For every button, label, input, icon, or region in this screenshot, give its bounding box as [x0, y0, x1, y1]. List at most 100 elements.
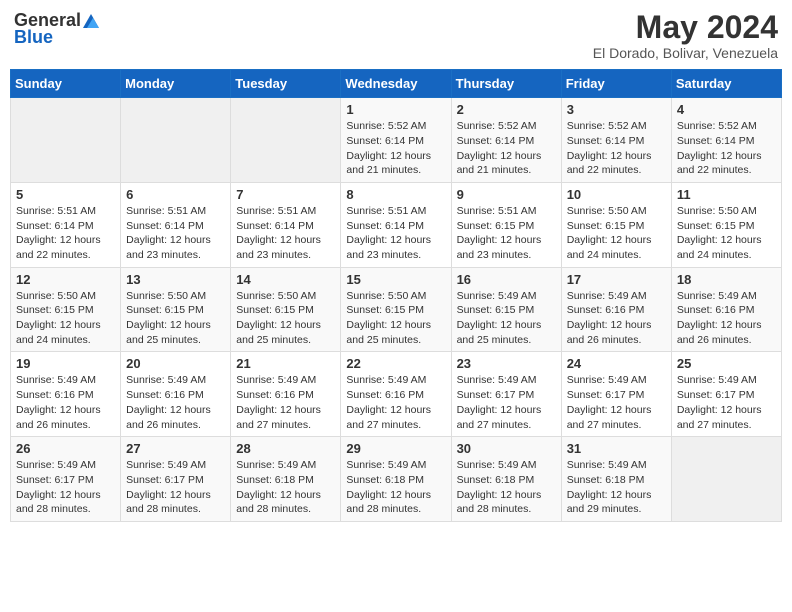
day-info: Sunrise: 5:49 AM Sunset: 6:16 PM Dayligh…	[346, 373, 445, 432]
day-info: Sunrise: 5:50 AM Sunset: 6:15 PM Dayligh…	[677, 204, 776, 263]
calendar-table: SundayMondayTuesdayWednesdayThursdayFrid…	[10, 69, 782, 522]
day-number: 5	[16, 187, 115, 202]
calendar-cell: 18Sunrise: 5:49 AM Sunset: 6:16 PM Dayli…	[671, 267, 781, 352]
day-number: 8	[346, 187, 445, 202]
day-info: Sunrise: 5:49 AM Sunset: 6:17 PM Dayligh…	[16, 458, 115, 517]
weekday-header: Monday	[121, 70, 231, 98]
month-title: May 2024	[593, 10, 778, 45]
day-info: Sunrise: 5:49 AM Sunset: 6:17 PM Dayligh…	[126, 458, 225, 517]
day-info: Sunrise: 5:49 AM Sunset: 6:18 PM Dayligh…	[567, 458, 666, 517]
calendar-cell: 16 Sunrise: 5:49 AM Sunset: 6:15 PM Dayli…	[451, 267, 561, 352]
calendar-cell: 29 Sunrise: 5:49 AM Sunset: 6:18 PM Dayli…	[341, 437, 451, 522]
day-info: Sunrise: 5:49 AM Sunset: 6:18 PM Dayligh…	[457, 458, 556, 517]
calendar-cell: 15 Sunrise: 5:50 AM Sunset: 6:15 PM Dayli…	[341, 267, 451, 352]
day-info: Sunrise: 5:50 AM Sunset: 6:15 PM Dayligh…	[567, 204, 666, 263]
weekday-header: Wednesday	[341, 70, 451, 98]
calendar-cell: 30 Sunrise: 5:49 AM Sunset: 6:18 PM Dayli…	[451, 437, 561, 522]
day-number: 12	[16, 272, 115, 287]
title-area: May 2024 El Dorado, Bolivar, Venezuela	[593, 10, 778, 61]
calendar-cell: 13 Sunrise: 5:50 AM Sunset: 6:15 PM Dayli…	[121, 267, 231, 352]
calendar-cell: 26 Sunrise: 5:49 AM Sunset: 6:17 PM Dayli…	[11, 437, 121, 522]
day-info: Sunrise: 5:52 AM Sunset: 6:14 PM Dayligh…	[567, 119, 666, 178]
day-number: 1	[346, 102, 445, 117]
calendar-cell: 19Sunrise: 5:49 AM Sunset: 6:16 PM Dayli…	[11, 352, 121, 437]
day-info: Sunrise: 5:49 AM Sunset: 6:17 PM Dayligh…	[457, 373, 556, 432]
calendar-cell: 24 Sunrise: 5:49 AM Sunset: 6:17 PM Dayli…	[561, 352, 671, 437]
day-info: Sunrise: 5:52 AM Sunset: 6:14 PM Dayligh…	[457, 119, 556, 178]
calendar-cell	[121, 98, 231, 183]
page-header: General Blue May 2024 El Dorado, Bolivar…	[10, 10, 782, 61]
day-info: Sunrise: 5:50 AM Sunset: 6:15 PM Dayligh…	[236, 289, 335, 348]
day-number: 29	[346, 441, 445, 456]
calendar-cell: 22 Sunrise: 5:49 AM Sunset: 6:16 PM Dayli…	[341, 352, 451, 437]
day-info: Sunrise: 5:49 AM Sunset: 6:17 PM Dayligh…	[567, 373, 666, 432]
calendar-cell	[671, 437, 781, 522]
calendar-cell: 2Sunrise: 5:52 AM Sunset: 6:14 PM Daylig…	[451, 98, 561, 183]
calendar-cell: 10 Sunrise: 5:50 AM Sunset: 6:15 PM Dayli…	[561, 182, 671, 267]
calendar-cell: 28Sunrise: 5:49 AM Sunset: 6:18 PM Dayli…	[231, 437, 341, 522]
day-number: 9	[457, 187, 556, 202]
weekday-header: Friday	[561, 70, 671, 98]
calendar-cell: 17 Sunrise: 5:49 AM Sunset: 6:16 PM Dayli…	[561, 267, 671, 352]
calendar-cell: 3 Sunrise: 5:52 AM Sunset: 6:14 PM Daylig…	[561, 98, 671, 183]
day-number: 27	[126, 441, 225, 456]
calendar-cell: 12 Sunrise: 5:50 AM Sunset: 6:15 PM Dayli…	[11, 267, 121, 352]
calendar-week-row: 19Sunrise: 5:49 AM Sunset: 6:16 PM Dayli…	[11, 352, 782, 437]
day-info: Sunrise: 5:51 AM Sunset: 6:14 PM Dayligh…	[126, 204, 225, 263]
day-info: Sunrise: 5:49 AM Sunset: 6:15 PM Dayligh…	[457, 289, 556, 348]
day-info: Sunrise: 5:51 AM Sunset: 6:14 PM Dayligh…	[16, 204, 115, 263]
day-number: 17	[567, 272, 666, 287]
day-number: 4	[677, 102, 776, 117]
day-info: Sunrise: 5:50 AM Sunset: 6:15 PM Dayligh…	[126, 289, 225, 348]
day-number: 16	[457, 272, 556, 287]
calendar-week-row: 5 Sunrise: 5:51 AM Sunset: 6:14 PM Daylig…	[11, 182, 782, 267]
location: El Dorado, Bolivar, Venezuela	[593, 45, 778, 61]
calendar-cell: 1 Sunrise: 5:52 AM Sunset: 6:14 PM Daylig…	[341, 98, 451, 183]
day-info: Sunrise: 5:50 AM Sunset: 6:15 PM Dayligh…	[346, 289, 445, 348]
day-info: Sunrise: 5:50 AM Sunset: 6:15 PM Dayligh…	[16, 289, 115, 348]
weekday-header: Thursday	[451, 70, 561, 98]
day-number: 21	[236, 356, 335, 371]
day-number: 28	[236, 441, 335, 456]
day-info: Sunrise: 5:51 AM Sunset: 6:14 PM Dayligh…	[236, 204, 335, 263]
calendar-cell: 20 Sunrise: 5:49 AM Sunset: 6:16 PM Dayli…	[121, 352, 231, 437]
day-number: 7	[236, 187, 335, 202]
day-number: 3	[567, 102, 666, 117]
day-number: 20	[126, 356, 225, 371]
calendar-cell: 21 Sunrise: 5:49 AM Sunset: 6:16 PM Dayli…	[231, 352, 341, 437]
calendar-cell: 7 Sunrise: 5:51 AM Sunset: 6:14 PM Daylig…	[231, 182, 341, 267]
weekday-header: Tuesday	[231, 70, 341, 98]
day-number: 15	[346, 272, 445, 287]
calendar-cell: 31 Sunrise: 5:49 AM Sunset: 6:18 PM Dayli…	[561, 437, 671, 522]
day-info: Sunrise: 5:49 AM Sunset: 6:16 PM Dayligh…	[126, 373, 225, 432]
weekday-header: Sunday	[11, 70, 121, 98]
day-info: Sunrise: 5:49 AM Sunset: 6:16 PM Dayligh…	[16, 373, 115, 432]
calendar-week-row: 26 Sunrise: 5:49 AM Sunset: 6:17 PM Dayli…	[11, 437, 782, 522]
calendar-cell: 9Sunrise: 5:51 AM Sunset: 6:15 PM Daylig…	[451, 182, 561, 267]
logo-blue: Blue	[14, 27, 53, 48]
day-info: Sunrise: 5:49 AM Sunset: 6:16 PM Dayligh…	[236, 373, 335, 432]
day-number: 13	[126, 272, 225, 287]
day-number: 30	[457, 441, 556, 456]
logo-icon	[81, 12, 101, 30]
calendar-week-row: 1 Sunrise: 5:52 AM Sunset: 6:14 PM Daylig…	[11, 98, 782, 183]
day-number: 25	[677, 356, 776, 371]
day-number: 10	[567, 187, 666, 202]
day-info: Sunrise: 5:49 AM Sunset: 6:16 PM Dayligh…	[677, 289, 776, 348]
day-number: 26	[16, 441, 115, 456]
calendar-cell: 5 Sunrise: 5:51 AM Sunset: 6:14 PM Daylig…	[11, 182, 121, 267]
day-number: 23	[457, 356, 556, 371]
day-number: 6	[126, 187, 225, 202]
day-number: 31	[567, 441, 666, 456]
calendar-cell: 27 Sunrise: 5:49 AM Sunset: 6:17 PM Dayli…	[121, 437, 231, 522]
day-info: Sunrise: 5:49 AM Sunset: 6:16 PM Dayligh…	[567, 289, 666, 348]
day-info: Sunrise: 5:52 AM Sunset: 6:14 PM Dayligh…	[346, 119, 445, 178]
calendar-cell: 11 Sunrise: 5:50 AM Sunset: 6:15 PM Dayli…	[671, 182, 781, 267]
calendar-cell: 25Sunrise: 5:49 AM Sunset: 6:17 PM Dayli…	[671, 352, 781, 437]
day-number: 22	[346, 356, 445, 371]
calendar-cell	[231, 98, 341, 183]
calendar-cell: 6 Sunrise: 5:51 AM Sunset: 6:14 PM Daylig…	[121, 182, 231, 267]
day-number: 11	[677, 187, 776, 202]
day-info: Sunrise: 5:49 AM Sunset: 6:18 PM Dayligh…	[346, 458, 445, 517]
day-number: 24	[567, 356, 666, 371]
